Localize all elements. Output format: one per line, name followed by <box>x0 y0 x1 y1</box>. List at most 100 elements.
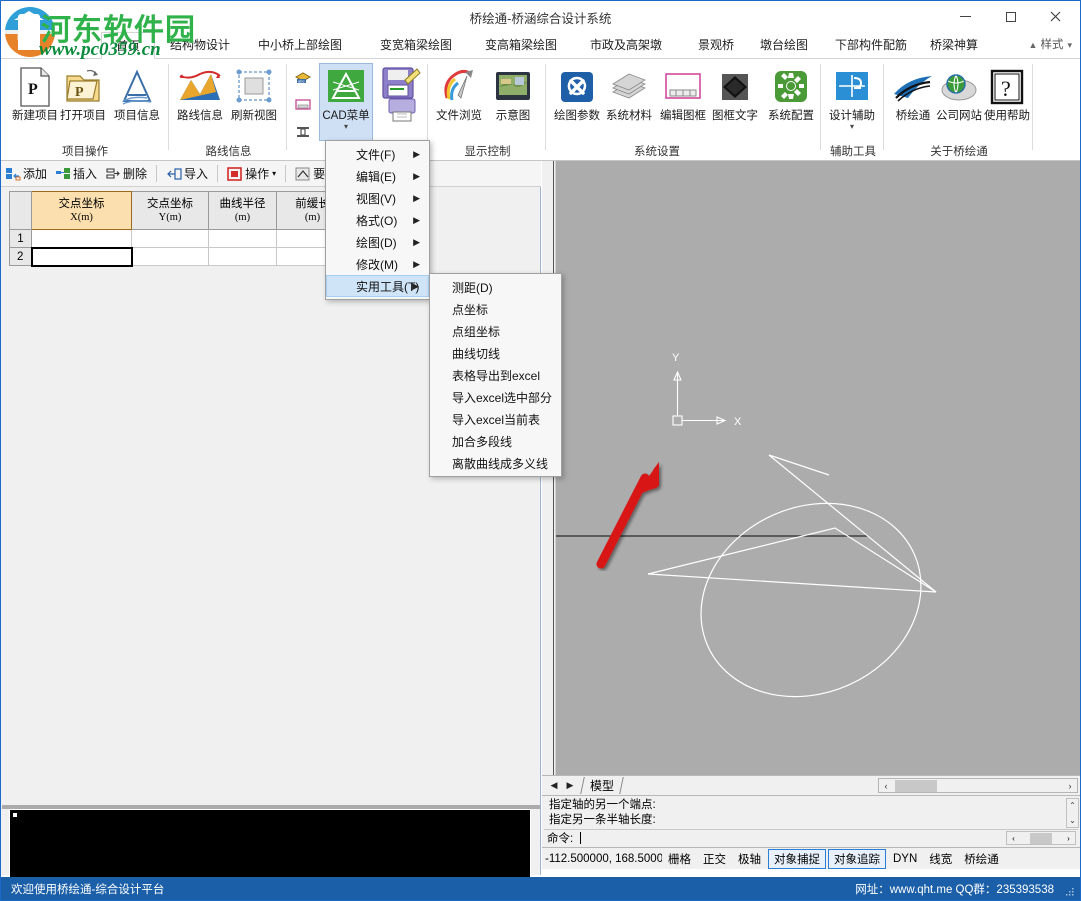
help-button[interactable]: ? 使用帮助 <box>981 64 1033 140</box>
cell-radius-1[interactable] <box>208 229 277 248</box>
style-menu[interactable]: ▲ 样式 ▾ <box>1029 32 1072 59</box>
edit-frame-button[interactable]: 编辑图框 <box>657 64 709 140</box>
coordinate-readout[interactable]: -112.500000, 168.500000, 0.0( <box>542 853 662 865</box>
status-qht[interactable]: 桥绘通 <box>959 850 1004 868</box>
menu-item-modify[interactable]: 修改(M) ▶ <box>326 253 429 275</box>
system-material-button[interactable]: 系统材料 <box>603 64 655 140</box>
model-horizontal-scrollbar[interactable]: ‹ › <box>878 778 1078 793</box>
cmd-scroll-left-icon[interactable]: ‹ <box>1007 834 1020 843</box>
submenu-item-import-excel-current[interactable]: 导入excel当前表 <box>430 408 561 430</box>
tab-pier-drawing[interactable]: 墩台绘图 <box>751 32 817 59</box>
status-grid[interactable]: 栅格 <box>663 850 696 868</box>
tab-municipal-viaduct[interactable]: 市政及高架墩 <box>581 32 671 59</box>
tab-landscape-bridge[interactable]: 景观桥 <box>689 32 743 59</box>
resize-grip-icon[interactable] <box>1065 887 1075 897</box>
cell-ix-2[interactable] <box>30 246 133 267</box>
table-row[interactable]: 2 <box>9 246 349 267</box>
status-lineweight[interactable]: 线宽 <box>924 850 957 868</box>
command-line-scrollbar[interactable]: ‹ › <box>1006 831 1076 845</box>
cell-radius-2[interactable] <box>208 247 277 266</box>
refresh-view-button[interactable]: 刷新视图 <box>228 64 280 140</box>
tab-variable-height-box[interactable]: 变高箱梁绘图 <box>476 32 566 59</box>
status-ortho[interactable]: 正交 <box>698 850 731 868</box>
design-assist-button[interactable]: 设计辅助 ▾ <box>826 64 878 140</box>
cad-drawing-canvas[interactable]: Y X <box>556 161 1080 775</box>
scroll-right-icon[interactable]: › <box>1063 781 1077 791</box>
tab-variable-width-box[interactable]: 变宽箱梁绘图 <box>371 32 461 59</box>
file-browse-button[interactable]: 文件浏览 <box>433 64 485 140</box>
menu-item-view[interactable]: 视图(V) ▶ <box>326 187 429 209</box>
tab-bridge-calc[interactable]: 桥梁神算 <box>921 32 987 59</box>
operate-caret-icon[interactable]: ▾ <box>272 169 276 178</box>
tab-lower-rebar[interactable]: 下部构件配筋 <box>826 32 916 59</box>
row-header-1[interactable]: 1 <box>9 229 32 248</box>
menu-item-draw[interactable]: 绘图(D) ▶ <box>326 231 429 253</box>
grid-corner-header[interactable] <box>9 191 32 230</box>
new-project-button[interactable]: P 新建项目 <box>9 64 61 140</box>
frame-text-button[interactable]: 图框文字 <box>709 64 761 140</box>
layer-icon[interactable]: abc <box>292 68 314 88</box>
command-input-line[interactable]: 命令: ‹ › <box>544 829 1078 846</box>
row-header-2[interactable]: 2 <box>9 247 32 266</box>
scroll-up-icon[interactable]: ⌃ <box>1067 799 1078 813</box>
qht-logo-button[interactable]: 桥绘通 <box>887 64 939 140</box>
model-next-button[interactable]: ▶ <box>562 778 578 794</box>
submenu-item-join-polyline[interactable]: 加合多段线 <box>430 430 561 452</box>
status-dyn[interactable]: DYN <box>888 852 922 866</box>
status-otrack[interactable]: 对象追踪 <box>828 848 886 869</box>
system-config-button[interactable]: 系统配置 <box>765 64 817 140</box>
scroll-left-icon[interactable]: ‹ <box>879 781 893 791</box>
column-header-iy[interactable]: 交点坐标 Y(m) <box>131 191 209 230</box>
add-row-button[interactable]: 添加 <box>1 163 51 185</box>
status-osnap[interactable]: 对象捕捉 <box>768 848 826 869</box>
status-polar[interactable]: 极轴 <box>733 850 766 868</box>
schematic-button[interactable]: 示意图 <box>487 64 539 140</box>
preview-resize-handle[interactable] <box>12 812 18 818</box>
menu-item-edit[interactable]: 编辑(E) ▶ <box>326 165 429 187</box>
insert-row-button[interactable]: 插入 <box>51 163 101 185</box>
tab-home[interactable]: 首页 <box>101 32 155 59</box>
model-tab[interactable]: 模型 <box>580 777 624 794</box>
tab-small-bridge-upper[interactable]: 中小桥上部绘图 <box>249 32 351 59</box>
menu-item-format[interactable]: 格式(O) ▶ <box>326 209 429 231</box>
submenu-item-export-excel[interactable]: 表格导出到excel <box>430 364 561 386</box>
cell-iy-1[interactable] <box>131 229 209 248</box>
route-info-button[interactable]: 路线信息 <box>174 64 226 140</box>
cad-menu-button[interactable]: CAD菜单 ▾ <box>319 63 373 141</box>
table-row[interactable]: 1 <box>9 229 349 248</box>
chevron-down-icon[interactable]: ▾ <box>1067 40 1072 50</box>
column-icon[interactable] <box>292 122 314 142</box>
frame-icon[interactable] <box>292 95 314 115</box>
column-header-radius[interactable]: 曲线半径 (m) <box>208 191 277 230</box>
cad-menu-dropdown-arrow[interactable]: ▾ <box>320 123 372 131</box>
maximize-button[interactable] <box>988 1 1033 32</box>
submenu-item-discretize-curve[interactable]: 离散曲线成多义线 <box>430 452 561 474</box>
column-header-ix[interactable]: 交点坐标 X(m) <box>31 191 132 230</box>
cmd-scroll-right-icon[interactable]: › <box>1062 834 1075 843</box>
menu-item-file[interactable]: 文件(F) ▶ <box>326 143 429 165</box>
submenu-item-curve-tangent[interactable]: 曲线切线 <box>430 342 561 364</box>
command-history-scrollbar[interactable]: ⌃ ⌄ <box>1066 798 1079 828</box>
scroll-thumb[interactable] <box>895 780 937 792</box>
operate-button[interactable]: 操作 ▾ <box>223 163 280 185</box>
close-button[interactable] <box>1033 1 1078 32</box>
cell-ix-1[interactable] <box>31 229 132 248</box>
delete-row-button[interactable]: 删除 <box>101 163 151 185</box>
tab-structure-design[interactable]: 结构物设计 <box>161 32 239 59</box>
website-button[interactable]: 公司网站 <box>933 64 985 140</box>
cell-iy-2[interactable] <box>131 247 209 266</box>
import-button[interactable]: 导入 <box>162 163 212 185</box>
submenu-item-point-coord[interactable]: 点坐标 <box>430 298 561 320</box>
submenu-item-measure[interactable]: 测距(D) <box>430 276 561 298</box>
minimize-button[interactable] <box>943 1 988 32</box>
open-project-button[interactable]: P 打开项目 <box>57 64 109 140</box>
cmd-scroll-thumb[interactable] <box>1030 832 1052 844</box>
design-assist-dropdown-arrow[interactable]: ▾ <box>826 123 878 131</box>
draw-params-button[interactable]: 绘图参数 <box>551 64 603 140</box>
collapse-ribbon-icon[interactable]: ▲ <box>1029 40 1038 50</box>
print-save-button[interactable] <box>376 64 424 140</box>
model-prev-button[interactable]: ◀ <box>546 778 562 794</box>
submenu-item-point-group-coord[interactable]: 点组坐标 <box>430 320 561 342</box>
project-info-button[interactable]: 项目信息 <box>111 64 163 140</box>
scroll-down-icon[interactable]: ⌄ <box>1067 813 1078 829</box>
